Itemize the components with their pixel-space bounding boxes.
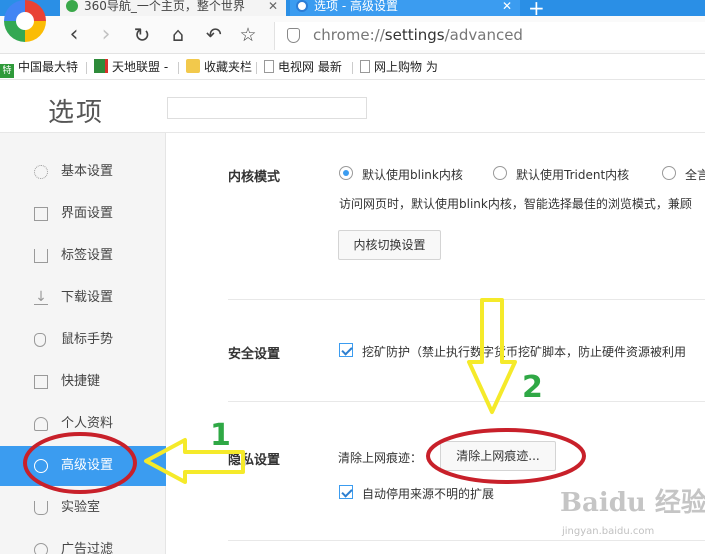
sidebar-item-label: 个人资料 <box>61 416 114 431</box>
radio-full-label[interactable]: 全言 <box>685 166 705 183</box>
tab-strip: 360导航_一个主页，整个世界 ✕ 选项 - 高级设置 ✕ + <box>0 0 705 20</box>
address-bar[interactable]: chrome://settings/advanced <box>274 22 705 50</box>
forward-icon[interactable]: › <box>94 22 118 48</box>
green-tag-icon: 特 <box>0 64 14 78</box>
security-settings-label: 安全设置 <box>228 347 281 362</box>
divider <box>352 62 353 74</box>
bookmark-item[interactable]: 特中国最大特 <box>0 59 78 78</box>
page-title: 选项 <box>48 98 105 128</box>
divider <box>178 62 179 74</box>
kernel-description: 访问网页时，默认使用blink内核，智能选择最佳的浏览模式，兼顾 <box>339 197 692 211</box>
clear-history-label: 清除上网痕迹： <box>338 451 423 465</box>
sidebar-item-mouse-gesture[interactable]: 鼠标手势 <box>0 321 166 359</box>
kernel-mode-label: 内核模式 <box>228 170 281 185</box>
sidebar-item-label: 广告过滤 <box>61 542 114 554</box>
sidebar-item-profile[interactable]: 个人资料 <box>0 405 166 443</box>
tab-360-nav[interactable]: 360导航_一个主页，整个世界 ✕ <box>60 0 286 16</box>
undo-close-icon[interactable]: ↶ <box>202 22 226 48</box>
divider <box>228 401 705 402</box>
divider <box>228 299 705 300</box>
sidebar-item-label: 快捷键 <box>61 374 101 389</box>
mouse-icon <box>34 333 46 347</box>
bookmark-item[interactable]: 天地联盟 - <box>94 59 168 75</box>
sidebar-item-tabs[interactable]: 标签设置 <box>0 237 166 275</box>
page-icon <box>360 60 370 73</box>
radio-blink-label[interactable]: 默认使用blink内核 <box>362 166 463 183</box>
download-icon: ↓ <box>34 289 48 305</box>
watermark-url: jingyan.baidu.com <box>562 526 655 537</box>
keyboard-icon <box>34 375 48 389</box>
favorite-star-icon[interactable]: ☆ <box>236 22 260 48</box>
close-icon[interactable]: ✕ <box>268 0 278 12</box>
gear-icon <box>34 165 48 179</box>
sidebar-item-basic[interactable]: 基本设置 <box>0 153 166 191</box>
tab-settings[interactable]: 选项 - 高级设置 ✕ <box>290 0 520 16</box>
kernel-switch-button[interactable]: 内核切换设置 <box>338 230 441 260</box>
bookmark-label: 天地联盟 - <box>112 60 169 74</box>
address-url[interactable]: chrome://settings/advanced <box>313 26 523 44</box>
sidebar-item-shortcuts[interactable]: 快捷键 <box>0 363 166 401</box>
radio-full[interactable] <box>662 166 676 180</box>
bookmark-item[interactable]: 网上购物 为 <box>360 59 438 75</box>
person-icon <box>34 417 48 431</box>
bookmark-label: 中国最大特 <box>18 60 79 74</box>
privacy-settings-label: 隐私设置 <box>228 453 281 468</box>
block-icon <box>34 543 48 554</box>
sidebar-item-download[interactable]: ↓ 下载设置 <box>0 279 166 317</box>
sidebar-item-label: 界面设置 <box>61 206 114 221</box>
bookmark-label: 电视网 最新 <box>278 60 342 74</box>
close-icon[interactable]: ✕ <box>502 0 512 12</box>
sidebar-item-label: 实验室 <box>61 500 101 515</box>
wrench-icon <box>34 459 48 473</box>
tab-favicon-icon <box>296 0 308 12</box>
divider <box>86 62 87 74</box>
sidebar-item-advanced[interactable]: 高级设置 <box>0 446 166 486</box>
mining-protection-checkbox[interactable] <box>339 343 353 357</box>
auto-disable-extensions-checkbox[interactable] <box>339 485 353 499</box>
page-info-icon[interactable] <box>287 28 300 43</box>
bookmark-item[interactable]: 收藏夹栏 <box>186 59 252 75</box>
divider <box>256 62 257 74</box>
settings-sidebar: 基本设置 界面设置 标签设置 ↓ 下载设置 鼠标手势 快捷键 个人资料 高级设置… <box>0 133 166 554</box>
radio-blink[interactable] <box>339 166 353 180</box>
sidebar-item-label: 鼠标手势 <box>61 332 114 347</box>
step-number-1: 1 <box>210 418 231 453</box>
baidu-watermark: Baidu 经验 jingyan.baidu.com <box>538 478 705 554</box>
sidebar-item-interface[interactable]: 界面设置 <box>0 195 166 233</box>
mining-protection-label: 挖矿防护（禁止执行数字货币挖矿脚本，防止硬件资源被利用 <box>362 345 687 359</box>
sidebar-item-label: 高级设置 <box>61 458 114 473</box>
folder-icon <box>186 59 200 73</box>
tab-title: 选项 - 高级设置 <box>314 0 398 13</box>
reload-icon[interactable]: ↻ <box>130 22 154 48</box>
sidebar-item-adblock[interactable]: 广告过滤 <box>0 531 166 554</box>
sidebar-item-label: 基本设置 <box>61 164 114 179</box>
home-icon[interactable]: ⌂ <box>166 22 190 48</box>
settings-search-input[interactable] <box>167 97 367 119</box>
flask-icon <box>34 501 48 515</box>
page-icon <box>264 60 274 73</box>
sidebar-item-label: 下载设置 <box>61 290 114 305</box>
radio-trident[interactable] <box>493 166 507 180</box>
window-icon <box>34 207 48 221</box>
auto-disable-extensions-label: 自动停用来源不明的扩展 <box>362 487 495 501</box>
tab-icon <box>34 249 48 263</box>
bookmark-item[interactable]: 电视网 最新 <box>264 59 342 75</box>
tab-favicon-icon <box>66 0 78 12</box>
bookmark-label: 网上购物 为 <box>374 60 438 74</box>
toolbar: ‹ › ↻ ⌂ ↶ ☆ chrome://settings/advanced <box>0 16 705 54</box>
bookmark-label: 收藏夹栏 <box>204 60 253 74</box>
radio-trident-label[interactable]: 默认使用Trident内核 <box>516 166 629 183</box>
tab-title: 360导航_一个主页，整个世界 <box>84 0 245 13</box>
bookmarks-bar: 特中国最大特 天地联盟 - 收藏夹栏 电视网 最新 网上购物 为 <box>0 55 705 80</box>
sidebar-item-label: 标签设置 <box>61 248 114 263</box>
browser-logo-icon[interactable] <box>4 0 46 42</box>
flag-icon <box>94 59 108 73</box>
clear-history-button[interactable]: 清除上网痕迹... <box>440 441 556 471</box>
sidebar-item-lab[interactable]: 实验室 <box>0 489 166 527</box>
back-icon[interactable]: ‹ <box>62 22 86 48</box>
step-number-2: 2 <box>522 370 543 405</box>
watermark-logo-text: Baidu 经验 <box>560 488 705 518</box>
